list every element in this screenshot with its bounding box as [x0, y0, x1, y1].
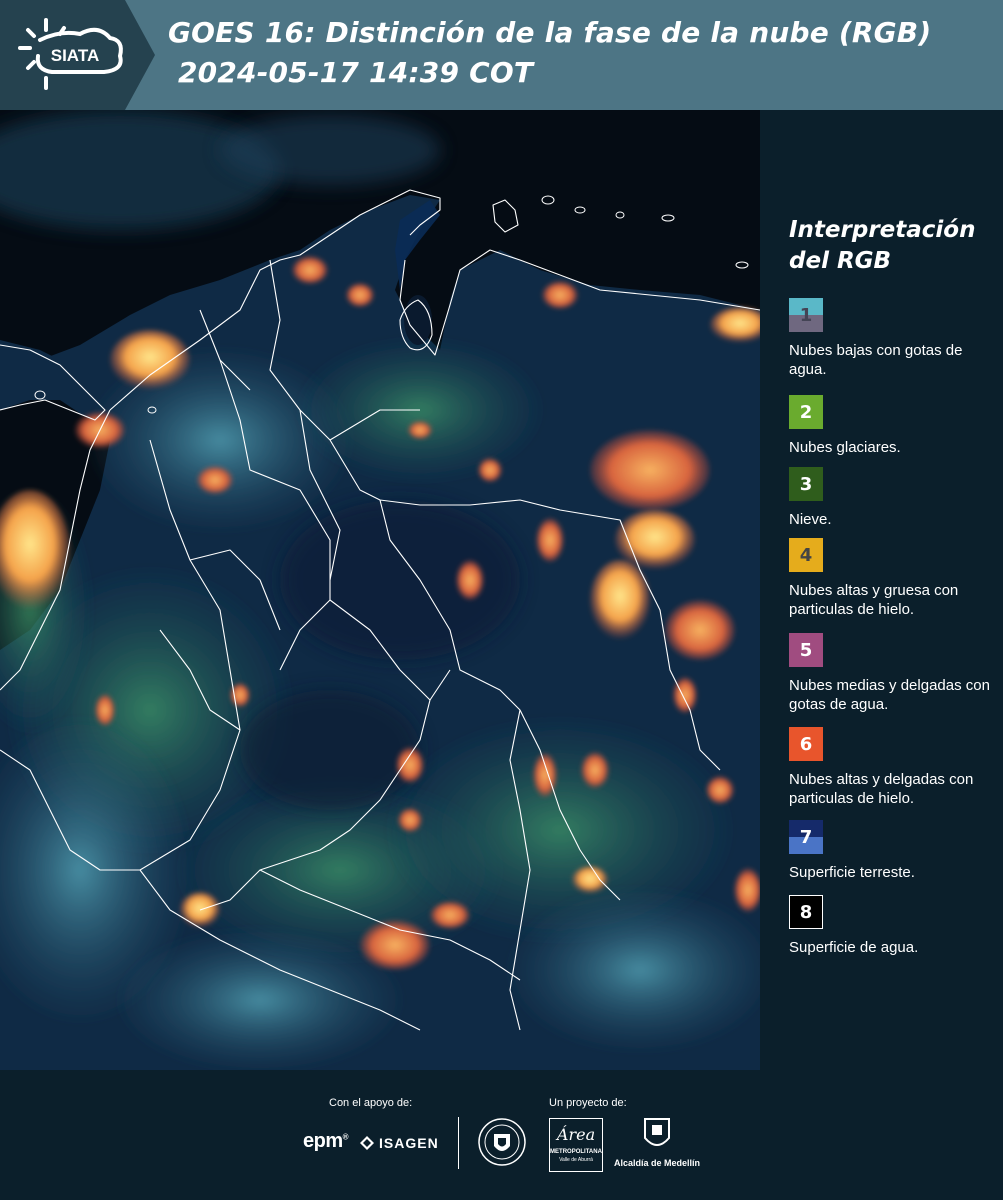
legend-item-5: 5 Nubes medias y delgadas con gotas de a… — [789, 633, 994, 714]
legend-label: Superficie terreste. — [789, 864, 915, 881]
legend-item-8: 8 Superficie de agua. — [789, 895, 994, 957]
area-line1: METROPOLITANA — [550, 1149, 602, 1155]
legend-label: Nubes glaciares. — [789, 439, 901, 456]
support-label: Con el apoyo de: — [329, 1097, 413, 1109]
isagen-logo: ISAGEN — [358, 1134, 439, 1152]
page-subtitle-datetime: 2024-05-17 14:39 COT — [178, 56, 534, 89]
legend-swatch-1: 1 — [789, 298, 823, 332]
legend-number: 6 — [799, 733, 813, 755]
legend-swatch-3: 3 — [789, 467, 823, 501]
legend-title-line2: del RGB — [789, 248, 892, 274]
legend-number: 7 — [799, 826, 813, 848]
legend-label: Nubes altas y gruesa con particulas de h… — [789, 582, 959, 618]
legend-number: 8 — [799, 901, 813, 923]
legend-swatch-7: 7 — [789, 820, 823, 854]
area-script-text: Área — [556, 1125, 596, 1144]
legend-item-7: 7 Superficie terreste. — [789, 820, 994, 882]
legend-swatch-4: 4 — [789, 538, 823, 572]
legend-title-line1: Interpretación — [789, 217, 976, 243]
legend-number: 2 — [799, 401, 813, 423]
legend-title: Interpretación del RGB — [789, 215, 989, 277]
legend-swatch-2: 2 — [789, 395, 823, 429]
satellite-map — [0, 110, 760, 1070]
legend-number: 4 — [799, 544, 813, 566]
footer: Con el apoyo de: Un proyecto de: epm® IS… — [0, 1070, 1003, 1200]
alcaldia-medellin-logo: Alcaldía de Medellín — [612, 1116, 702, 1172]
legend-item-1: 1 Nubes bajas con gotas de agua. — [789, 298, 994, 379]
siata-logo: SIATA — [0, 0, 155, 110]
legend-label: Nubes medias y delgadas con gotas de agu… — [789, 677, 990, 713]
legend-swatch-8: 8 — [789, 895, 823, 929]
legend-swatch-5: 5 — [789, 633, 823, 667]
legend-label: Nubes bajas con gotas de agua. — [789, 342, 963, 378]
page-title: GOES 16: Distinción de la fase de la nub… — [168, 16, 932, 49]
legend-number: 5 — [799, 639, 813, 661]
legend-item-6: 6 Nubes altas y delgadas con particulas … — [789, 727, 994, 808]
legend-item-3: 3 Nieve. — [789, 467, 994, 529]
area-metropolitana-logo: Área METROPOLITANA Valle de Aburrá — [549, 1118, 603, 1172]
project-label: Un proyecto de: — [549, 1097, 627, 1109]
legend-label: Superficie de agua. — [789, 939, 919, 956]
legend-item-4: 4 Nubes altas y gruesa con particulas de… — [789, 538, 994, 619]
isagen-icon — [360, 1136, 374, 1150]
area-line2: Valle de Aburrá — [559, 1157, 593, 1163]
legend-label: Nubes altas y delgadas con particulas de… — [789, 771, 974, 807]
header-bar: SIATA GOES 16: Distinción de la fase de … — [0, 0, 1003, 110]
legend-item-2: 2 Nubes glaciares. — [789, 395, 994, 457]
alcaldia-text: Alcaldía de Medellín — [613, 1158, 701, 1168]
epm-logo-text: epm — [303, 1130, 343, 1152]
legend-number: 3 — [799, 473, 813, 495]
siata-logo-text: SIATA — [51, 46, 99, 65]
epm-logo: epm® — [303, 1130, 349, 1152]
medellin-shield-icon — [644, 1118, 670, 1146]
university-seal-logo — [478, 1116, 526, 1168]
legend-number: 1 — [799, 304, 813, 326]
legend-swatch-6: 6 — [789, 727, 823, 761]
isagen-logo-text: ISAGEN — [379, 1135, 439, 1151]
legend-label: Nieve. — [789, 511, 832, 528]
footer-divider — [458, 1117, 459, 1169]
